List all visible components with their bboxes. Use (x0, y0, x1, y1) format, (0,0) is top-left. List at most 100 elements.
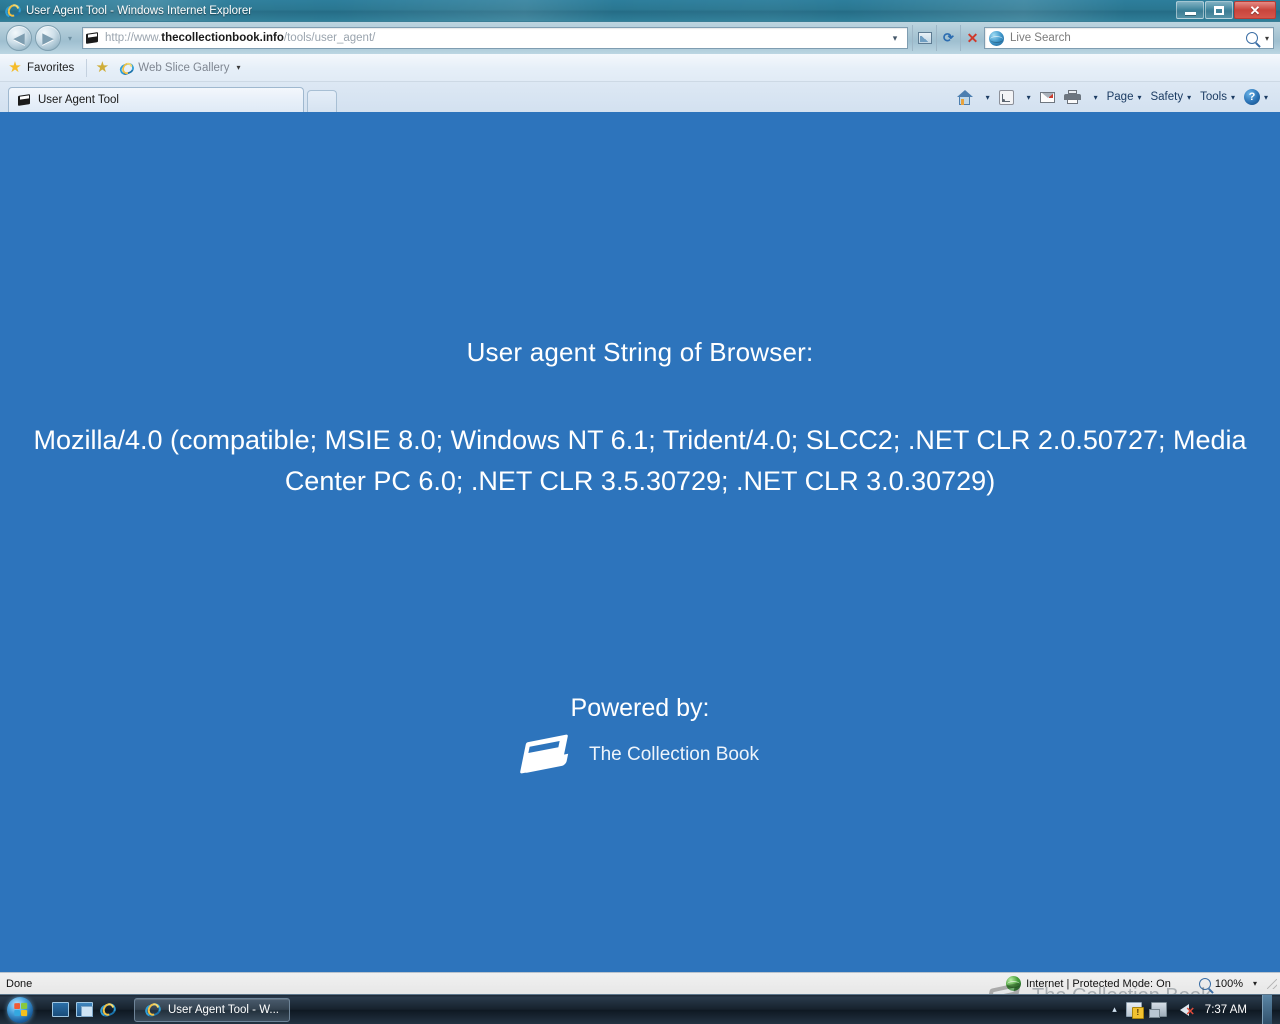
print-button[interactable] (1060, 86, 1085, 108)
add-star-icon: ★ (95, 58, 110, 76)
mail-icon (1039, 91, 1055, 103)
system-tray: ▴ ✕ 7:37 AM (1112, 994, 1280, 1024)
tab-user-agent-tool[interactable]: User Agent Tool (8, 87, 304, 112)
address-dropdown-icon[interactable]: ▾ (885, 33, 905, 44)
internet-explorer-launch-icon[interactable] (98, 1000, 118, 1019)
close-button[interactable]: ✕ (1234, 1, 1276, 19)
taskbar-buttons: User Agent Tool - W... (134, 997, 291, 1022)
tab-favicon-icon (17, 93, 32, 107)
add-to-favorites-bar-button[interactable]: ★ (95, 58, 110, 76)
forward-button[interactable]: ▶ (35, 25, 61, 51)
window-title: User Agent Tool - Windows Internet Explo… (26, 5, 253, 17)
star-icon: ★ (8, 58, 22, 76)
toolbar-divider (86, 58, 88, 77)
address-bar[interactable]: http://www.thecollectionbook.info/tools/… (82, 27, 908, 49)
rss-icon (998, 89, 1014, 105)
read-mail-button[interactable] (1036, 86, 1059, 108)
minimize-button[interactable] (1176, 1, 1204, 19)
web-slice-label: Web Slice Gallery (138, 61, 230, 74)
status-bar: Done Internet | Protected Mode: On 100% … (0, 972, 1280, 994)
safety-chevron-down-icon: ▾ (1187, 92, 1192, 102)
stop-button[interactable]: ✕ (960, 25, 984, 51)
zoom-magnifier-icon (1198, 977, 1211, 990)
search-input[interactable]: Live Search ▾ (984, 27, 1274, 49)
windows-taskbar: User Agent Tool - W... ▴ ✕ 7:37 AM (0, 994, 1280, 1024)
safety-menu-button[interactable]: Safety ▾ (1146, 86, 1195, 108)
security-zone-text: Internet | Protected Mode: On (1026, 977, 1171, 990)
live-search-globe-icon (989, 30, 1004, 46)
tools-menu-label: Tools (1200, 91, 1227, 103)
show-desktop-button[interactable] (1262, 994, 1272, 1024)
favorites-button[interactable]: ★ Favorites (8, 58, 75, 76)
home-icon (956, 89, 973, 105)
feeds-dropdown[interactable]: ▾ (1019, 86, 1035, 108)
tools-menu-button[interactable]: Tools ▾ (1196, 86, 1239, 108)
user-agent-string: Mozilla/4.0 (compatible; MSIE 8.0; Windo… (33, 425, 1247, 496)
help-icon: ? (1243, 89, 1260, 105)
page-viewport: User agent String of Browser: Mozilla/4.… (0, 112, 1280, 972)
clock[interactable]: 7:37 AM (1205, 1004, 1247, 1016)
internet-explorer-icon (3, 2, 23, 20)
refresh-button[interactable]: ⟳ (936, 25, 960, 51)
home-button[interactable] (952, 86, 977, 108)
printer-icon (1063, 90, 1081, 104)
page-chevron-down-icon: ▾ (1137, 92, 1142, 102)
security-zone[interactable]: Internet | Protected Mode: On (1006, 976, 1199, 991)
help-button[interactable]: ? ▾ (1240, 86, 1272, 108)
tab-label: User Agent Tool (38, 94, 119, 106)
window-title-bar[interactable]: User Agent Tool - Windows Internet Explo… (0, 0, 1280, 22)
volume-muted-icon[interactable]: ✕ (1176, 1002, 1195, 1018)
quick-launch-bar (52, 1000, 118, 1019)
back-button[interactable]: ◀ (6, 25, 32, 51)
windows-logo-icon (7, 996, 33, 1023)
resize-grip[interactable] (1267, 978, 1277, 989)
tools-chevron-down-icon: ▾ (1230, 92, 1235, 102)
page-menu-button[interactable]: Page ▾ (1103, 86, 1146, 108)
site-favicon-icon (85, 31, 100, 45)
zoom-chevron-down-icon[interactable]: ▾ (1253, 979, 1257, 988)
powered-by-section: Powered by: The Collection Book (0, 694, 1280, 780)
maximize-button[interactable] (1205, 1, 1233, 19)
url-domain: thecollectionbook.info (161, 32, 284, 44)
zoom-control[interactable]: 100% ▾ (1198, 977, 1267, 990)
search-icon[interactable] (1245, 32, 1258, 44)
history-dropdown-icon[interactable]: ▾ (63, 34, 77, 43)
tab-bar: User Agent Tool ▾ ▾ ▾ Page ▾ Safety ▾ To… (0, 82, 1280, 112)
show-hidden-icons-icon[interactable]: ▴ (1112, 1004, 1117, 1015)
internet-zone-globe-icon (1006, 976, 1022, 991)
home-dropdown[interactable]: ▾ (978, 86, 994, 108)
show-desktop-icon[interactable] (52, 1002, 69, 1017)
address-bar-url: http://www.thecollectionbook.info/tools/… (105, 32, 885, 44)
action-center-icon[interactable] (1125, 1002, 1144, 1019)
chevron-down-icon[interactable]: ▾ (236, 63, 240, 72)
brand-row[interactable]: The Collection Book (519, 734, 760, 775)
switch-windows-icon[interactable] (76, 1002, 93, 1017)
status-text: Done (6, 977, 33, 990)
search-dropdown-icon[interactable]: ▾ (1265, 34, 1269, 43)
start-button[interactable] (2, 996, 38, 1024)
command-bar: ▾ ▾ ▾ Page ▾ Safety ▾ Tools ▾ ? ▾ (952, 82, 1280, 112)
help-chevron-down-icon: ▾ (1263, 92, 1268, 102)
url-path: /tools/user_agent/ (283, 32, 376, 44)
search-placeholder: Live Search (1010, 32, 1071, 44)
navigation-toolbar: ◀ ▶ ▾ http://www.thecollectionbook.info/… (0, 22, 1280, 54)
feeds-button[interactable] (995, 86, 1018, 108)
print-dropdown[interactable]: ▾ (1086, 86, 1102, 108)
taskbar-button-label: User Agent Tool - W... (168, 1003, 280, 1016)
url-protocol: http://www. (105, 32, 162, 44)
book-logo-icon (519, 734, 573, 775)
zoom-level: 100% (1214, 977, 1243, 990)
favorites-label: Favorites (27, 61, 75, 74)
internet-explorer-icon (143, 1000, 163, 1019)
web-slice-gallery-button[interactable]: Web Slice Gallery ▾ (118, 60, 241, 77)
brand-name: The Collection Book (588, 744, 760, 765)
compatibility-view-button[interactable] (912, 25, 936, 51)
window-controls: ✕ (1176, 1, 1276, 19)
taskbar-button-internet-explorer[interactable]: User Agent Tool - W... (134, 997, 291, 1022)
page-title: User agent String of Browser: (466, 337, 814, 367)
page-menu-label: Page (1106, 91, 1134, 103)
network-icon[interactable] (1148, 1002, 1167, 1018)
new-tab-button[interactable] (307, 90, 337, 112)
powered-by-label: Powered by: (570, 694, 710, 722)
safety-menu-label: Safety (1150, 91, 1184, 103)
